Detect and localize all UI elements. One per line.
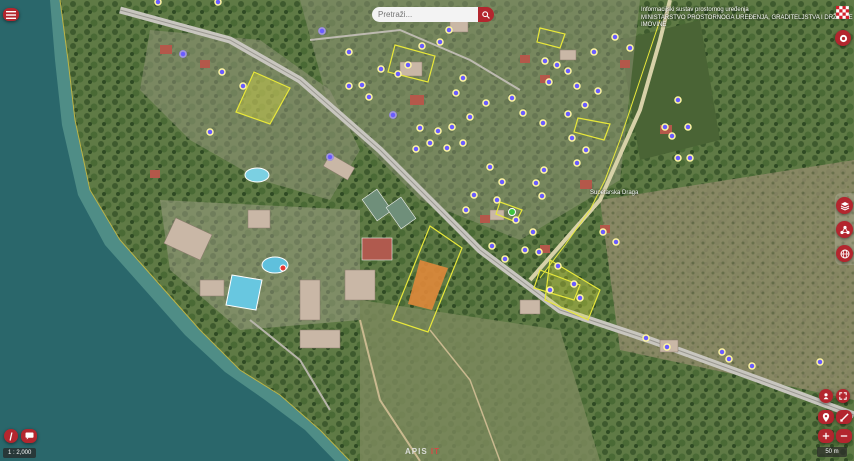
- search-bar: [372, 7, 494, 22]
- ministry-header: Informacijski sustav prostornog uređenja…: [641, 7, 854, 30]
- info-icon: [839, 34, 847, 42]
- zoom-in-icon: [822, 432, 830, 440]
- chat-icon: [25, 432, 33, 440]
- locate-button[interactable]: [819, 389, 833, 403]
- map-marker-button[interactable]: [818, 410, 834, 424]
- search-button[interactable]: [478, 7, 494, 22]
- search-icon: [482, 10, 490, 19]
- measure-icon: [839, 412, 849, 422]
- marker-icon: [822, 412, 830, 422]
- zoom-out-button[interactable]: [836, 429, 852, 443]
- zoom-in-button[interactable]: [818, 429, 834, 443]
- share-icon: [839, 225, 850, 234]
- map-view[interactable]: [0, 0, 854, 461]
- zoom-out-icon: [840, 435, 848, 437]
- measure-button[interactable]: [836, 410, 852, 424]
- scale-bar: 50 m: [817, 447, 847, 457]
- fullscreen-button[interactable]: [836, 389, 850, 403]
- locate-icon: [823, 393, 829, 400]
- info-button[interactable]: [835, 30, 851, 46]
- info-tool-button[interactable]: [4, 429, 18, 443]
- scale-ratio: 1 : 2,000: [3, 448, 37, 458]
- flag-icon[interactable]: [836, 6, 849, 19]
- brand-text: APIS: [405, 447, 428, 456]
- menu-icon: [6, 10, 16, 19]
- brand-accent: IT: [430, 447, 441, 456]
- menu-button[interactable]: [3, 8, 19, 21]
- ministry-title: MINISTARSTVO PROSTORNOGA UREĐENJA, GRADI…: [641, 14, 853, 29]
- globe-button[interactable]: [836, 245, 853, 262]
- globe-icon: [840, 249, 849, 258]
- place-label: Supetarska Draga: [590, 190, 639, 196]
- layers-button[interactable]: [836, 197, 853, 214]
- info-icon: [9, 431, 13, 441]
- brand-logo: APIS IT: [405, 447, 440, 456]
- layers-icon: [840, 201, 849, 211]
- chat-button[interactable]: [21, 429, 37, 443]
- fullscreen-icon: [839, 392, 847, 400]
- system-title: Informacijski sustav prostornog uređenja: [641, 7, 749, 13]
- search-input[interactable]: [372, 7, 478, 22]
- share-button[interactable]: [836, 221, 853, 238]
